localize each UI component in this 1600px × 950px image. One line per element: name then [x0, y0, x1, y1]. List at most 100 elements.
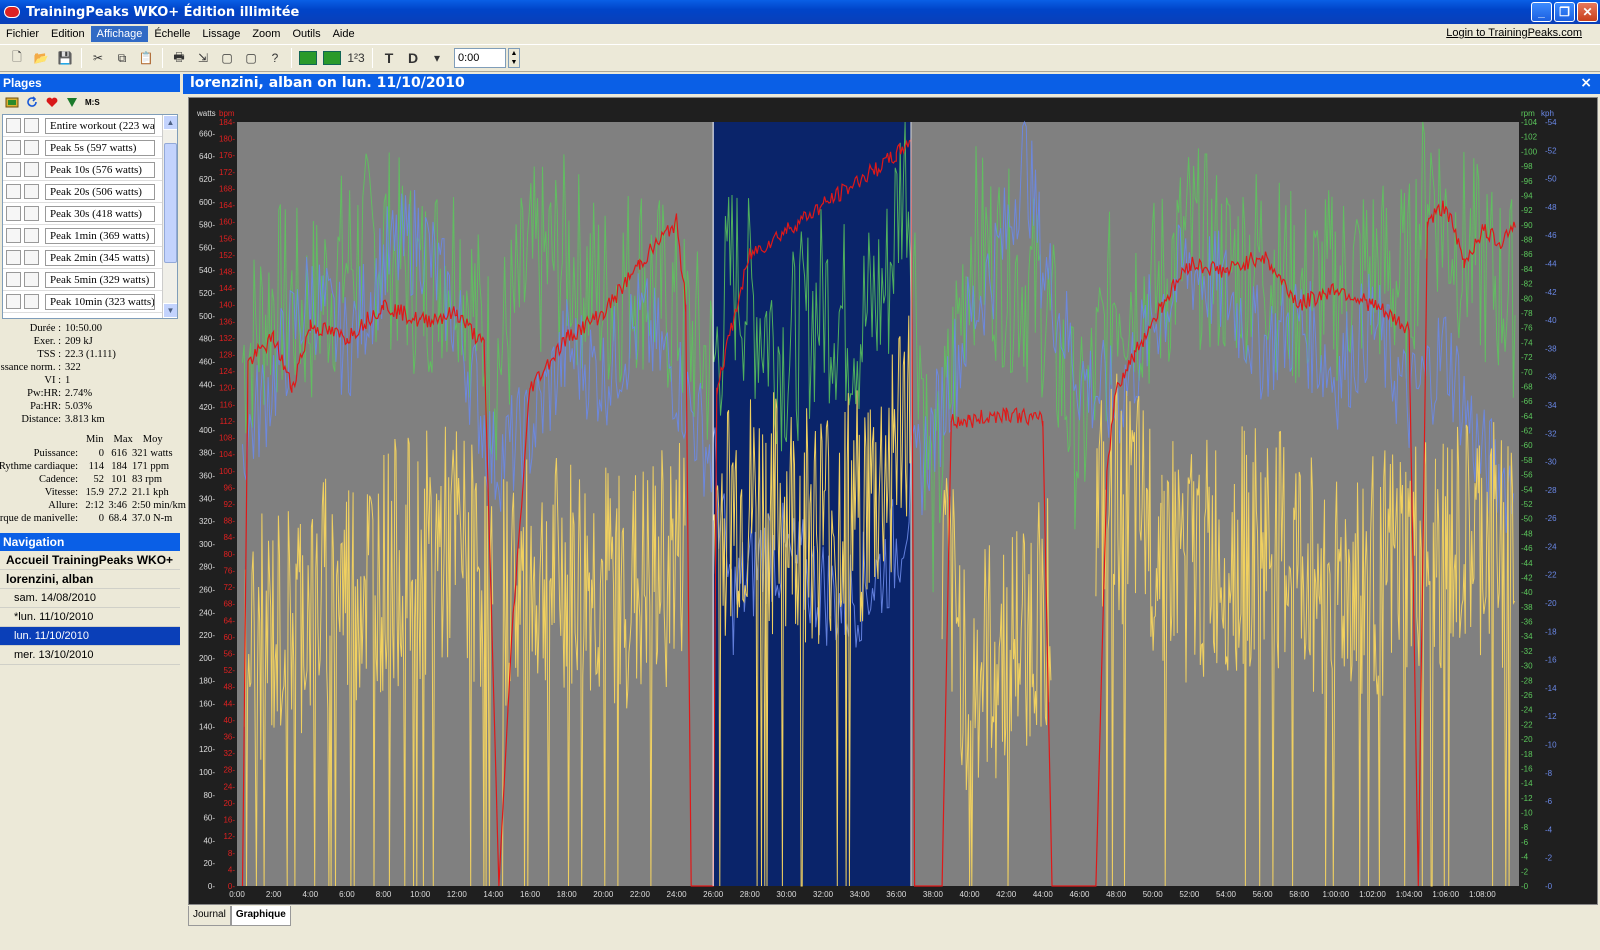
menu-outils[interactable]: Outils [286, 26, 326, 42]
bpm-tick-label: 132- [219, 334, 235, 343]
nav-workout[interactable]: sam. 14/08/2010 [0, 589, 180, 608]
distance-axis-button[interactable]: D [402, 47, 424, 69]
list-item[interactable]: Peak 10s (576 watts) [3, 159, 177, 181]
rpm-tick-label: -90 [1521, 221, 1533, 230]
heart-icon[interactable] [45, 96, 59, 108]
x-tick-label: 44:00 [1033, 890, 1054, 899]
menu-echelle[interactable]: Échelle [148, 26, 196, 42]
graph-view-1-icon[interactable] [297, 47, 319, 69]
scroll-thumb[interactable] [164, 143, 177, 263]
close-document-icon[interactable]: × [1580, 75, 1592, 91]
rpm-tick-label: -22 [1521, 720, 1533, 729]
range-color-box[interactable] [24, 206, 39, 221]
left-panel: Plages M:S Entire workout (223 watts) Pe… [0, 74, 186, 950]
kph-tick-label: -14 [1545, 684, 1557, 693]
print-icon[interactable]: 🖶 [168, 47, 190, 69]
new-file-icon[interactable]: 🗋 [6, 47, 28, 69]
range-checkbox[interactable] [6, 140, 21, 155]
close-icon[interactable]: ✕ [1577, 2, 1598, 22]
range-label: Peak 10s (576 watts) [45, 161, 155, 178]
time-spinner[interactable]: ▲ ▼ [508, 48, 520, 68]
x-tick-label: 54:00 [1216, 890, 1237, 899]
nav-home[interactable]: Accueil TrainingPeaks WKO+ [0, 551, 180, 570]
open-folder-icon[interactable]: 📂 [30, 47, 52, 69]
disabled-tool-1-icon[interactable]: ▢ [216, 47, 238, 69]
rpm-tick-label: -96 [1521, 177, 1533, 186]
range-color-box[interactable] [24, 294, 39, 309]
range-checkbox[interactable] [6, 250, 21, 265]
copy-icon[interactable]: ⧉ [111, 47, 133, 69]
save-icon[interactable]: 💾 [54, 47, 76, 69]
dropdown-arrow-icon[interactable]: ▾ [426, 47, 448, 69]
nav-workout[interactable]: mer. 13/10/2010 [0, 646, 180, 665]
menu-affichage[interactable]: Affichage [90, 26, 149, 42]
x-tick-label: 46:00 [1069, 890, 1090, 899]
ms-toggle[interactable]: M:S [85, 98, 100, 107]
menu-edition[interactable]: Edition [45, 26, 91, 42]
range-checkbox[interactable] [6, 206, 21, 221]
range-color-box[interactable] [24, 140, 39, 155]
x-tick-label: 18:00 [557, 890, 578, 899]
range-color-box[interactable] [24, 250, 39, 265]
x-tick-label: 52:00 [1179, 890, 1200, 899]
graph-view-2-icon[interactable] [321, 47, 343, 69]
menu-fichier[interactable]: Fichier [0, 26, 45, 42]
refresh-icon[interactable] [25, 96, 39, 108]
menu-aide[interactable]: Aide [327, 26, 361, 42]
range-color-box[interactable] [24, 228, 39, 243]
view-tabs: Journal Graphique [188, 906, 291, 926]
scroll-down-icon[interactable]: ▼ [163, 303, 177, 318]
range-color-box[interactable] [24, 184, 39, 199]
numeric-view-button[interactable]: 1²3 [345, 47, 367, 69]
help-icon[interactable]: ? [264, 47, 286, 69]
shield-icon[interactable] [65, 96, 79, 108]
nav-workout-selected[interactable]: lun. 11/10/2010 [0, 627, 180, 646]
tab-journal[interactable]: Journal [188, 906, 231, 926]
folder-icon[interactable] [5, 96, 19, 108]
login-link[interactable]: Login to TrainingPeaks.com [1446, 27, 1582, 39]
range-checkbox[interactable] [6, 272, 21, 287]
restore-icon[interactable]: ❐ [1554, 2, 1575, 22]
list-item[interactable]: Peak 20s (506 watts) [3, 181, 177, 203]
range-checkbox[interactable] [6, 294, 21, 309]
list-item[interactable]: Entire workout (223 watts) [3, 115, 177, 137]
paste-icon[interactable]: 📋 [135, 47, 157, 69]
time-axis-button[interactable]: T [378, 47, 400, 69]
list-item[interactable]: Peak 30s (418 watts) [3, 203, 177, 225]
x-tick-label: 1:06:00 [1432, 890, 1459, 899]
ranges-scrollbar[interactable]: ▲ ▼ [162, 115, 177, 318]
list-item[interactable]: Peak 1min (369 watts) [3, 225, 177, 247]
menu-zoom[interactable]: Zoom [246, 26, 286, 42]
list-item[interactable]: Peak 5min (329 watts) [3, 269, 177, 291]
kph-tick-label: -54 [1545, 118, 1557, 127]
watts-tick-label: 600- [199, 198, 215, 207]
tab-graphique[interactable]: Graphique [230, 906, 291, 926]
list-item[interactable]: Peak 5s (597 watts) [3, 137, 177, 159]
range-checkbox[interactable] [6, 118, 21, 133]
export-icon[interactable]: ⇲ [192, 47, 214, 69]
range-color-box[interactable] [24, 162, 39, 177]
range-checkbox[interactable] [6, 162, 21, 177]
x-tick-label: 16:00 [520, 890, 541, 899]
watts-tick-label: 420- [199, 403, 215, 412]
workout-chart[interactable]: watts bpm rpm kph 0- 20- 40- 60- 80- 100- 120- 140-… [189, 98, 1597, 904]
bpm-tick-label: 80- [223, 550, 235, 559]
range-color-box[interactable] [24, 118, 39, 133]
menu-lissage[interactable]: Lissage [196, 26, 246, 42]
nav-workout[interactable]: *lun. 11/10/2010 [0, 608, 180, 627]
bpm-tick-label: 68- [223, 600, 235, 609]
cut-icon[interactable]: ✂ [87, 47, 109, 69]
watts-tick-label: 280- [199, 563, 215, 572]
range-checkbox[interactable] [6, 184, 21, 199]
disabled-tool-2-icon[interactable]: ▢ [240, 47, 262, 69]
nav-athlete[interactable]: lorenzini, alban [0, 570, 180, 589]
list-item[interactable]: Peak 2min (345 watts) [3, 247, 177, 269]
minimize-icon[interactable]: _ [1531, 2, 1552, 22]
bpm-tick-label: 156- [219, 234, 235, 243]
list-item[interactable]: Peak 10min (323 watts) [3, 291, 177, 313]
range-label: Peak 5min (329 watts) [45, 271, 155, 288]
range-color-box[interactable] [24, 272, 39, 287]
scroll-up-icon[interactable]: ▲ [163, 115, 177, 130]
time-offset-input[interactable] [454, 48, 506, 68]
range-checkbox[interactable] [6, 228, 21, 243]
